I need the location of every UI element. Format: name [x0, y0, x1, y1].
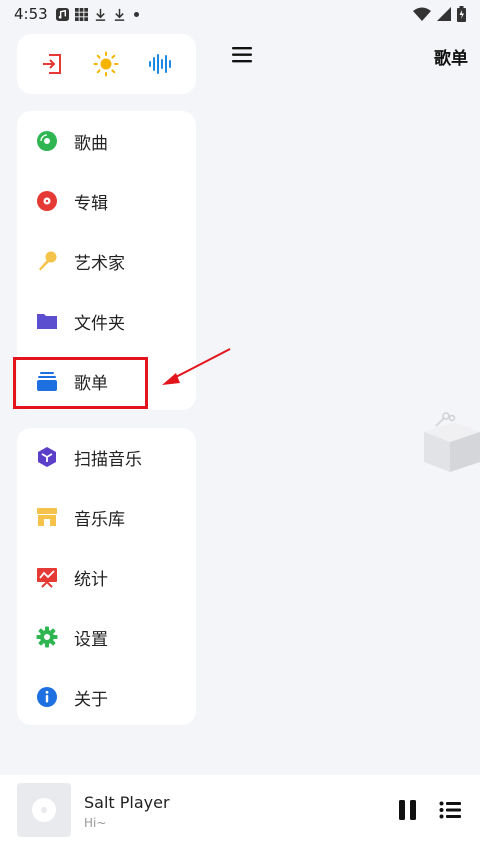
drawer-item-songs[interactable]: 歌曲 — [17, 116, 196, 166]
waveform-icon — [148, 54, 171, 74]
page-title: 歌单 — [434, 49, 468, 69]
mini-player[interactable]: Salt Player Hi~ — [0, 775, 480, 854]
drawer-tools-card: 扫描音乐 音乐库 统计 设置 关于 — [17, 428, 196, 725]
drawer-quick-actions — [17, 34, 196, 94]
download-icon — [95, 8, 105, 21]
sun-icon — [93, 51, 119, 77]
audio-effects-button[interactable] — [145, 48, 177, 80]
store-icon — [37, 508, 57, 526]
drawer-item-label: 设置 — [74, 629, 108, 650]
drawer-item-artists[interactable]: 艺术家 — [17, 236, 196, 286]
folder-icon — [37, 314, 57, 329]
status-time: 4:53 — [14, 5, 48, 23]
queue-list-button[interactable] — [439, 801, 461, 819]
grid-icon — [74, 7, 88, 21]
microphone-icon — [39, 251, 57, 271]
drawer-item-about[interactable]: 关于 — [17, 672, 196, 722]
dot-icon — [133, 11, 139, 17]
drawer-item-label: 艺术家 — [74, 253, 125, 274]
empty-box-icon — [424, 412, 480, 472]
drawer-item-statistics[interactable]: 统计 — [17, 552, 196, 602]
drawer-item-settings[interactable]: 设置 — [17, 612, 196, 662]
exit-icon — [43, 54, 62, 74]
disc-icon — [32, 798, 56, 822]
drawer-item-label: 统计 — [74, 569, 108, 590]
exit-button[interactable] — [36, 48, 68, 80]
wifi-icon — [413, 7, 431, 21]
status-bar: 4:53 — [0, 0, 480, 28]
drawer-item-label: 扫描音乐 — [74, 449, 142, 470]
battery-icon — [457, 6, 466, 22]
music-note-icon — [55, 7, 69, 21]
scan-cube-icon — [38, 447, 56, 467]
theme-toggle-button[interactable] — [90, 48, 122, 80]
drawer-item-scan-music[interactable]: 扫描音乐 — [17, 432, 196, 482]
pause-button[interactable] — [398, 799, 418, 821]
album-cover[interactable] — [17, 783, 71, 837]
download-icon — [114, 8, 124, 21]
annotation-arrow-icon — [162, 348, 231, 385]
drawer-item-label: 关于 — [74, 689, 108, 710]
annotation-highlight-box — [13, 357, 148, 409]
song-disc-icon — [37, 131, 57, 151]
drawer-item-label: 文件夹 — [74, 313, 125, 334]
drawer-item-label: 歌曲 — [74, 133, 108, 154]
drawer-item-albums[interactable]: 专辑 — [17, 176, 196, 226]
track-subtitle: Hi~ — [84, 816, 107, 830]
gear-icon — [36, 626, 58, 648]
menu-icon[interactable] — [230, 44, 256, 66]
signal-icon — [437, 7, 451, 21]
drawer-item-label: 专辑 — [74, 193, 108, 214]
drawer-item-music-library[interactable]: 音乐库 — [17, 492, 196, 542]
drawer-item-label: 音乐库 — [74, 509, 125, 530]
drawer-item-folders[interactable]: 文件夹 — [17, 296, 196, 346]
track-title: Salt Player — [84, 793, 170, 812]
album-disc-icon — [37, 191, 57, 211]
info-icon — [37, 687, 57, 707]
stats-board-icon — [37, 568, 57, 588]
